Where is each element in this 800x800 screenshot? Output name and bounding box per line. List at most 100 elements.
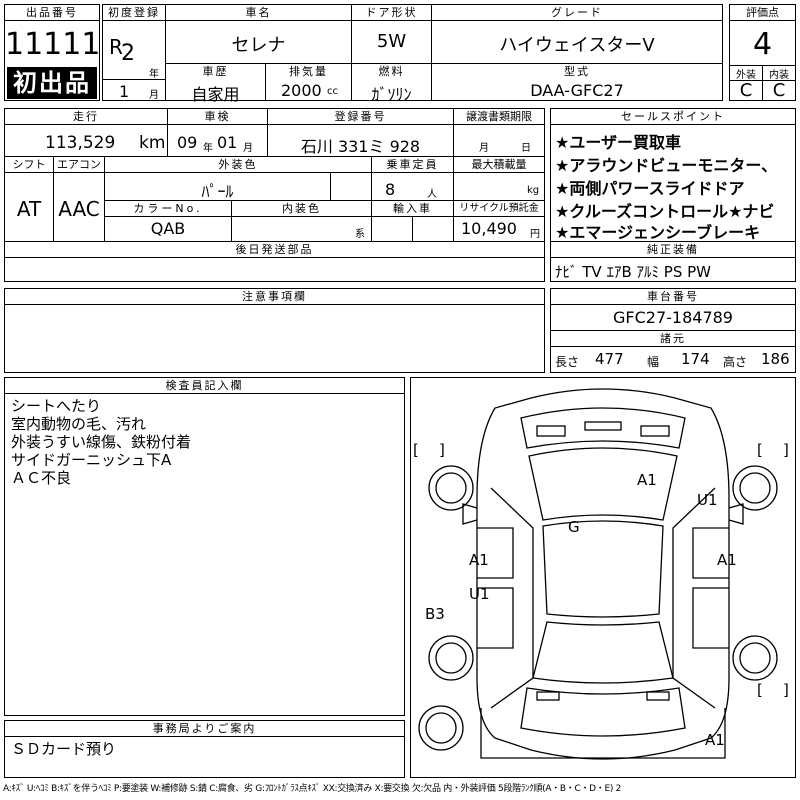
mark-right-door: A1: [717, 551, 737, 569]
length-value: 477: [595, 350, 624, 368]
recycle-header: リサイクル預託金: [454, 201, 544, 217]
bracket-right-bottom-open: [: [757, 681, 763, 699]
capacity-header: 乗車定員: [372, 157, 453, 173]
history-header: 車歴: [166, 64, 265, 80]
width-value: 174: [681, 350, 710, 368]
plate-number: 石川 331ミ 928: [300, 137, 421, 156]
load-header: 最大積載量: [454, 157, 544, 173]
car-info-box: 初度登録 車名 ドア形状 グレード R 2 年 セレナ 5W ハイウェイスターV…: [102, 4, 723, 104]
interior-header: 内装: [769, 70, 789, 81]
reg-year: 2: [121, 41, 135, 66]
mark-rear: A1: [705, 731, 725, 749]
height-value: 186: [761, 350, 790, 368]
equipment-value: ﾅﾋﾞ TV ｴｱB ｱﾙﾐ PS PW: [555, 263, 711, 281]
first-reg-header: 初度登録: [103, 5, 165, 21]
vehicle-details-box: 走行 車検 登録番号 譲渡書類期限 113,529 km 09 年 01 月 石…: [4, 108, 545, 282]
color-no: QAB: [150, 219, 186, 238]
bracket-left-top-open: [: [413, 441, 419, 459]
displacement-header: 排気量: [266, 64, 351, 80]
mileage-value: 113,529: [45, 133, 116, 153]
shift-header: シフト: [5, 157, 53, 173]
office-box: 事務局よりご案内 ＳＤカード預り: [4, 720, 405, 778]
first-listing-badge: 初出品: [7, 67, 97, 99]
interior-color-header: 内装色: [232, 201, 371, 217]
inspector-header: 検査員記入欄: [5, 378, 404, 394]
mileage-header: 走行: [5, 109, 167, 125]
bracket-left-top-close: ]: [439, 441, 445, 459]
exterior-color: ﾊﾟｰﾙ: [201, 182, 234, 201]
later-parts-header: 後日発送部品: [5, 242, 544, 258]
car-diagram: [ ] [ ] [ ] A1 U1 G A1 A1 U1 B3 A1: [410, 377, 796, 778]
lot-header: 出品番号: [5, 5, 99, 21]
ac-header: エアコン: [54, 157, 104, 173]
bracket-right-top-open: [: [757, 441, 763, 459]
lot-number: 11111: [5, 27, 101, 62]
rating-box: 評価点 4 外装 内装 C C: [729, 4, 796, 101]
chassis-number: GFC27-184789: [613, 308, 733, 327]
load-unit: kg: [527, 185, 540, 196]
reg-month: 1: [119, 82, 130, 101]
mark-left-door: A1: [469, 551, 489, 569]
sales-point-3: ★両側パワースライドドア: [555, 179, 745, 198]
sales-point-1: ★ユーザー買取車: [555, 133, 682, 152]
chassis-header: 車台番号: [551, 289, 795, 305]
car-name: セレナ: [231, 35, 286, 56]
office-header: 事務局よりご案内: [5, 721, 404, 737]
rating-header: 評価点: [730, 5, 795, 21]
import-header: 輸入車: [372, 201, 453, 217]
inspector-note-5: ＡＣ不良: [11, 469, 72, 487]
inspection-month: 01: [217, 133, 238, 152]
mark-left-rear: U1: [469, 585, 490, 603]
fuel: ｶﾞｿﾘﾝ: [371, 85, 412, 104]
mileage-unit: km: [139, 133, 166, 153]
color-no-header: カラーNo.: [105, 201, 231, 217]
office-message: ＳＤカード預り: [11, 740, 117, 758]
dimensions-header: 諸元: [551, 331, 795, 347]
mark-right-front: U1: [697, 491, 718, 509]
inspection-header: 車検: [168, 109, 267, 125]
bracket-right-top-close: ]: [783, 441, 789, 459]
exterior-grade: C: [739, 80, 753, 101]
recycle-unit: 円: [530, 229, 540, 240]
model-header: 型式: [432, 64, 722, 80]
displacement-unit: cc: [327, 86, 338, 97]
inspection-year: 09: [177, 133, 198, 152]
model: DAA-GFC27: [530, 81, 624, 100]
sales-point-2: ★アラウンドビューモニター、: [555, 156, 778, 175]
plate-header: 登録番号: [268, 109, 453, 125]
car-name-header: 車名: [166, 5, 351, 21]
inspection-year-unit: 年: [203, 143, 213, 154]
length-label: 長さ: [555, 355, 580, 369]
capacity-unit: 人: [427, 189, 437, 200]
notes-header: 注意事項欄: [5, 289, 544, 305]
transfer-header: 譲渡書類期限: [454, 109, 544, 125]
mark-left-bumper: B3: [425, 605, 445, 623]
usage: 自家用: [191, 85, 240, 104]
recycle-amount: 10,490: [461, 219, 517, 238]
sales-points-header: セールスポイント: [551, 109, 795, 125]
mark-glass: G: [568, 518, 580, 536]
notes-box: 注意事項欄: [4, 288, 545, 373]
chassis-box: 車台番号 GFC27-184789 諸元 長さ 477 幅 174 高さ 186: [550, 288, 796, 373]
interior-grade: C: [772, 80, 786, 101]
inspection-month-unit: 月: [243, 143, 253, 154]
grade: ハイウェイスターV: [499, 35, 655, 56]
ac-value: AAC: [58, 197, 100, 221]
bracket-right-bottom-close: ]: [783, 681, 789, 699]
door-type: 5W: [376, 31, 407, 52]
door-header: ドア形状: [352, 5, 431, 21]
shift-value: AT: [16, 197, 42, 221]
grade-header: グレード: [432, 5, 722, 21]
height-label: 高さ: [723, 355, 748, 369]
interior-color-unit: 系: [355, 229, 365, 240]
mark-roof: A1: [637, 471, 657, 489]
transfer-day-unit: 日: [521, 143, 531, 154]
equipment-header: 純正装備: [551, 242, 795, 258]
lot-box: 出品番号 11111 初出品: [4, 4, 100, 101]
exterior-color-header: 外装色: [105, 157, 371, 173]
width-label: 幅: [647, 355, 660, 369]
sales-point-5: ★エマージェンシーブレーキ: [555, 223, 761, 242]
inspector-box: 検査員記入欄 シートへたり 室内動物の毛、汚れ 外装うすい線傷、鉄粉付着 サイド…: [4, 377, 405, 716]
reg-year-unit: 年: [149, 69, 159, 80]
reg-month-unit: 月: [149, 90, 159, 101]
